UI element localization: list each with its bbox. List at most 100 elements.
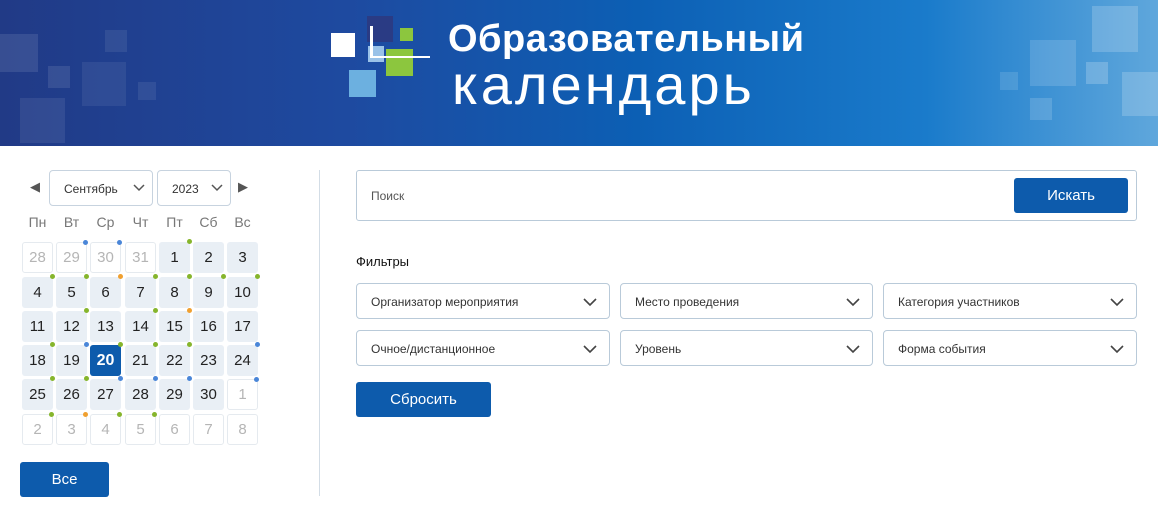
calendar-day[interactable]: 15	[159, 308, 192, 342]
event-indicator-dot	[50, 342, 55, 347]
calendar-day-number: 1	[170, 249, 179, 266]
decor-square	[1030, 98, 1052, 120]
calendar-day-number: 30	[200, 386, 217, 403]
calendar-day[interactable]: 12	[56, 308, 89, 342]
weekday-label: Пт	[166, 214, 183, 230]
calendar-day-number: 30	[97, 249, 114, 266]
calendar-day-number: 3	[67, 421, 76, 438]
filter-select[interactable]: Уровень	[620, 330, 873, 366]
calendar-day-outside[interactable]: 6	[159, 414, 190, 445]
event-indicator-dot	[187, 342, 192, 347]
event-indicator-dot	[50, 376, 55, 381]
calendar-day[interactable]: 4	[22, 274, 55, 308]
calendar-day-outside[interactable]: 2	[22, 412, 54, 445]
event-indicator-dot	[49, 412, 54, 417]
calendar-day[interactable]: 8	[159, 274, 192, 308]
calendar-day[interactable]: 16	[193, 311, 224, 342]
calendar-day-outside[interactable]: 28	[22, 242, 53, 273]
calendar-day[interactable]: 27	[90, 376, 123, 410]
calendar-day-number: 22	[166, 352, 183, 369]
all-events-button[interactable]: Все	[20, 462, 109, 497]
filter-select[interactable]: Организатор мероприятия	[356, 283, 610, 319]
calendar-day[interactable]: 6	[90, 274, 123, 308]
year-select[interactable]: 2023	[157, 170, 231, 206]
calendar-day[interactable]: 26	[56, 376, 89, 410]
calendar-day-number: 12	[63, 318, 80, 335]
calendar-day-number: 8	[238, 421, 247, 438]
calendar-day[interactable]: 11	[22, 311, 53, 342]
prev-month-icon[interactable]: ◀	[30, 179, 40, 195]
search-bar: Поиск Искать	[356, 170, 1137, 221]
event-indicator-dot	[118, 274, 123, 279]
calendar-day-outside[interactable]: 30	[90, 240, 122, 273]
calendar-day-number: 29	[166, 386, 183, 403]
event-indicator-dot	[187, 308, 192, 313]
calendar-day[interactable]: 22	[159, 342, 192, 376]
calendar-day[interactable]: 21	[125, 342, 158, 376]
calendar-day[interactable]: 5	[56, 274, 89, 308]
calendar-day-outside[interactable]: 3	[56, 412, 88, 445]
calendar-day[interactable]: 7	[125, 274, 158, 308]
event-indicator-dot	[153, 342, 158, 347]
calendar-day-outside[interactable]: 31	[125, 242, 156, 273]
calendar-day[interactable]: 29	[159, 376, 192, 410]
calendar-day[interactable]: 17	[227, 311, 258, 342]
chevron-down-icon	[1110, 345, 1124, 354]
vertical-divider	[319, 170, 320, 496]
search-input[interactable]: Поиск	[371, 189, 404, 203]
calendar-day[interactable]: 24	[227, 342, 260, 376]
calendar-day-number: 21	[132, 352, 149, 369]
event-indicator-dot	[187, 274, 192, 279]
calendar-day-number: 27	[97, 386, 114, 403]
calendar-day[interactable]: 1	[159, 239, 192, 273]
calendar-day[interactable]: 18	[22, 342, 55, 376]
calendar-day-today[interactable]: 20	[90, 342, 123, 376]
event-indicator-dot	[83, 412, 88, 417]
calendar-day-outside[interactable]: 4	[90, 412, 122, 445]
calendar-day[interactable]: 19	[56, 342, 89, 376]
search-button[interactable]: Искать	[1014, 178, 1128, 213]
calendar-day-number: 2	[204, 249, 213, 266]
calendar-day-number: 13	[97, 318, 114, 335]
filter-select[interactable]: Место проведения	[620, 283, 873, 319]
filter-select-label: Уровень	[635, 342, 682, 356]
calendar-day[interactable]: 10	[227, 274, 260, 308]
calendar-day-outside[interactable]: 7	[193, 414, 224, 445]
weekday-label: Вт	[63, 214, 80, 230]
calendar-day[interactable]: 2	[193, 242, 224, 273]
filter-select[interactable]: Категория участников	[883, 283, 1137, 319]
event-indicator-dot	[117, 412, 122, 417]
event-indicator-dot	[118, 376, 123, 381]
filter-select[interactable]: Очное/дистанционное	[356, 330, 610, 366]
calendar-day[interactable]: 14	[125, 308, 158, 342]
calendar-day[interactable]: 9	[193, 274, 226, 308]
calendar-day-number: 5	[67, 284, 76, 301]
calendar-day-number: 19	[63, 352, 80, 369]
calendar-day[interactable]: 28	[125, 376, 158, 410]
calendar-day[interactable]: 30	[193, 379, 224, 410]
calendar-day-number: 7	[204, 421, 213, 438]
calendar-day-outside[interactable]: 29	[56, 240, 88, 273]
month-select[interactable]: Сентябрь	[49, 170, 153, 206]
calendar-day-number: 3	[238, 249, 247, 266]
filter-select[interactable]: Форма события	[883, 330, 1137, 366]
decor-square	[82, 62, 126, 106]
event-indicator-dot	[83, 240, 88, 245]
calendar-day[interactable]: 23	[193, 345, 224, 376]
calendar-day-outside[interactable]: 8	[227, 414, 258, 445]
event-indicator-dot	[221, 274, 226, 279]
calendar-day[interactable]: 3	[227, 242, 258, 273]
event-indicator-dot	[187, 239, 192, 244]
calendar-day-outside[interactable]: 1	[227, 377, 259, 410]
calendar-day-number: 31	[132, 249, 149, 266]
year-select-value: 2023	[172, 182, 199, 196]
filter-select-label: Организатор мероприятия	[371, 295, 519, 309]
next-month-icon[interactable]: ▶	[238, 179, 248, 195]
calendar-day[interactable]: 13	[90, 311, 121, 342]
chevron-down-icon	[846, 345, 860, 354]
calendar-day[interactable]: 25	[22, 376, 55, 410]
header-banner: Образовательный календарь	[0, 0, 1158, 146]
decor-square	[1000, 72, 1018, 90]
calendar-day-outside[interactable]: 5	[125, 412, 157, 445]
reset-button[interactable]: Сбросить	[356, 382, 491, 417]
